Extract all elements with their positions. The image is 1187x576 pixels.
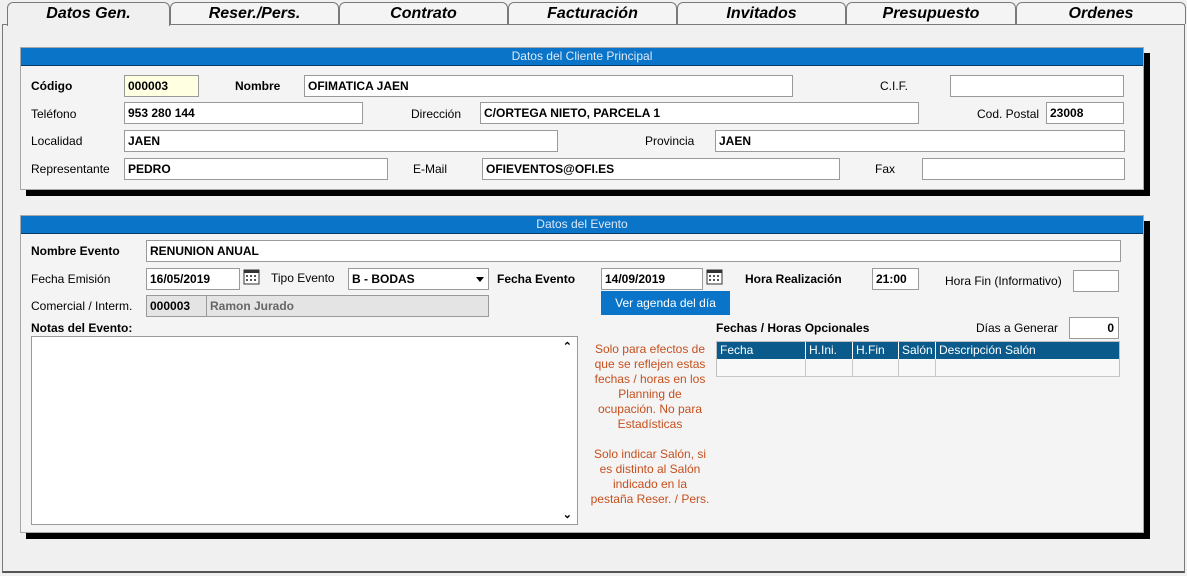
hora-fin-label: Hora Fin (Informativo) (945, 274, 1062, 288)
cif-label: C.I.F. (880, 79, 909, 93)
cod-postal-field[interactable]: 23008 (1046, 102, 1124, 124)
grid-cell[interactable] (717, 359, 806, 377)
cif-field[interactable] (950, 75, 1124, 97)
fecha-emision-field[interactable]: 16/05/2019 (146, 268, 240, 290)
tab-reser-pers[interactable]: Reser./Pers. (170, 2, 339, 24)
fecha-evento-field[interactable]: 14/09/2019 (601, 268, 703, 290)
fechas-opcionales-label: Fechas / Horas Opcionales (716, 321, 870, 335)
nombre-evento-field[interactable]: RENUNION ANUAL (146, 240, 1121, 262)
fax-field[interactable] (922, 158, 1125, 180)
codigo-field[interactable]: 000003 (124, 75, 199, 97)
scroll-down-icon[interactable]: ⌄ (563, 508, 572, 521)
codigo-label: Código (31, 79, 73, 93)
tab-contrato[interactable]: Contrato (339, 2, 508, 24)
tab-datos-gen[interactable]: Datos Gen. (7, 2, 170, 26)
note-planning: Solo para efectos de que se reflejen est… (594, 342, 706, 431)
scroll-up-icon[interactable]: ⌃ (563, 340, 572, 353)
tipo-evento-value: B - BODAS (352, 272, 415, 286)
direccion-label: Dirección (411, 107, 462, 121)
fecha-emision-label: Fecha Emisión (31, 272, 111, 286)
calendar-icon[interactable] (706, 268, 723, 285)
comercial-codigo-field[interactable]: 000003 (146, 295, 207, 317)
direccion-field[interactable]: C/ORTEGA NIETO, PARCELA 1 (480, 102, 919, 124)
tab-presupuesto[interactable]: Presupuesto (846, 2, 1016, 24)
cliente-group-title: Datos del Cliente Principal (21, 48, 1143, 66)
column-h-ini[interactable]: H.Ini. (806, 342, 853, 359)
tipo-evento-select[interactable]: B - BODAS (348, 268, 489, 290)
nombre-label: Nombre (235, 79, 281, 93)
hora-realizacion-field[interactable]: 21:00 (872, 268, 919, 290)
column-h-fin[interactable]: H.Fin (853, 342, 899, 359)
localidad-label: Localidad (31, 134, 83, 148)
grid-cell[interactable] (936, 359, 1119, 377)
tipo-evento-label: Tipo Evento (271, 271, 335, 285)
provincia-field[interactable]: JAEN (715, 130, 1125, 152)
hora-realizacion-label: Hora Realización (745, 272, 842, 286)
fax-label: Fax (875, 162, 896, 176)
nombre-evento-label: Nombre Evento (31, 244, 120, 258)
dias-generar-label: Días a Generar (976, 321, 1059, 335)
notas-textarea[interactable]: ⌃ ⌄ (31, 336, 578, 525)
tab-facturacion[interactable]: Facturación (508, 2, 677, 24)
tab-invitados[interactable]: Invitados (677, 2, 846, 24)
comercial-label: Comercial / Interm. (31, 299, 133, 313)
representante-field[interactable]: PEDRO (124, 158, 388, 180)
note-salon: Solo indicar Salón, si es distinto al Sa… (590, 447, 710, 506)
chevron-down-icon[interactable] (476, 277, 484, 282)
email-label: E-Mail (413, 162, 448, 176)
email-field[interactable]: OFIEVENTOS@OFI.ES (482, 158, 840, 180)
localidad-field[interactable]: JAEN (124, 130, 558, 152)
dias-generar-field[interactable]: 0 (1069, 317, 1119, 339)
tab-ordenes[interactable]: Ordenes (1016, 2, 1186, 24)
calendar-icon[interactable] (243, 268, 260, 285)
telefono-label: Teléfono (31, 107, 77, 121)
cod-postal-label: Cod. Postal (977, 107, 1040, 121)
evento-group-title: Datos del Evento (21, 216, 1143, 234)
hora-fin-field[interactable] (1073, 270, 1119, 292)
comercial-nombre-field: Ramon Jurado (206, 295, 489, 317)
grid-cell[interactable] (899, 359, 936, 377)
grid-cell[interactable] (806, 359, 853, 377)
nombre-field[interactable]: OFIMATICA JAEN (304, 75, 793, 97)
ver-agenda-button[interactable]: Ver agenda del día (601, 291, 730, 315)
grid-cell[interactable] (853, 359, 899, 377)
column-salon[interactable]: Salón (899, 342, 936, 359)
column-descripcion-salon[interactable]: Descripción Salón (936, 342, 1119, 359)
fecha-evento-label: Fecha Evento (497, 272, 576, 286)
notas-label: Notas del Evento: (31, 321, 133, 335)
telefono-field[interactable]: 953 280 144 (124, 102, 363, 124)
fechas-grid[interactable]: Fecha H.Ini. H.Fin Salón Descripción Sal… (716, 341, 1120, 377)
representante-label: Representante (31, 162, 110, 176)
provincia-label: Provincia (645, 134, 695, 148)
column-fecha[interactable]: Fecha (717, 342, 806, 359)
